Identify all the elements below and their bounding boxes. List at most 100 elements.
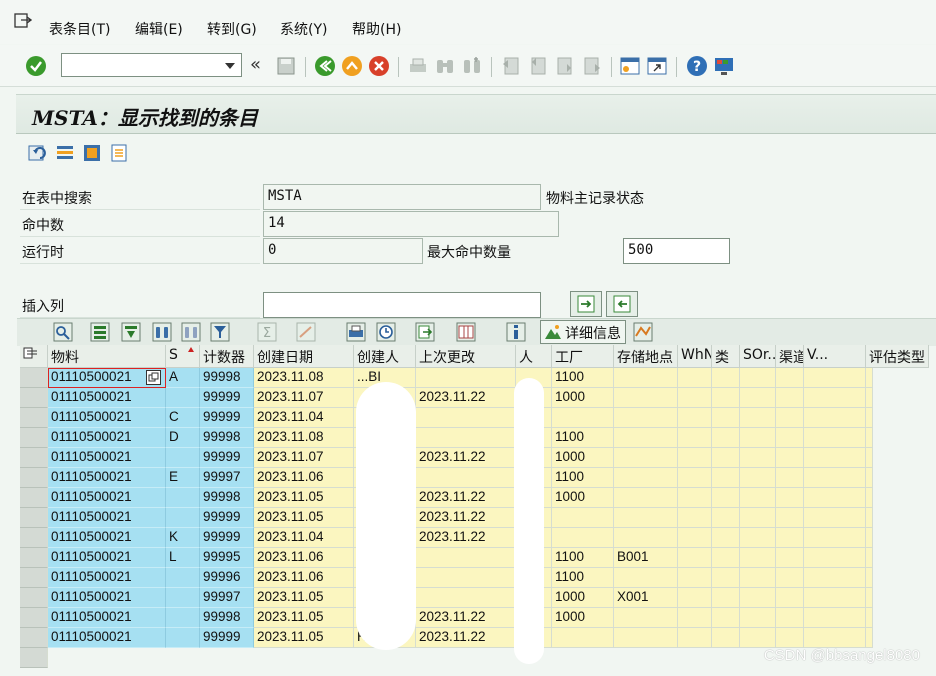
table-cell[interactable]: 99996 [200, 568, 254, 588]
table-cell[interactable]: 2023.11.22 [416, 608, 516, 628]
table-cell[interactable] [712, 388, 740, 408]
find-icon[interactable] [434, 55, 456, 77]
table-cell[interactable] [866, 448, 873, 468]
table-cell[interactable] [678, 468, 712, 488]
table-cell[interactable] [678, 628, 712, 648]
table-cell[interactable] [712, 608, 740, 628]
table-cell[interactable]: 2023.11.22 [416, 528, 516, 548]
table-cell[interactable]: 01110500021 [48, 488, 166, 508]
table-cell[interactable] [776, 368, 804, 388]
choose-icon[interactable] [81, 142, 103, 164]
sort-descending-icon[interactable] [120, 321, 142, 343]
column-header[interactable]: 物料 [48, 345, 166, 368]
subtotal-icon[interactable] [295, 321, 317, 343]
table-cell[interactable]: 2023.11.07 [254, 448, 354, 468]
table-cell[interactable] [166, 388, 200, 408]
enter-check-icon[interactable] [25, 55, 47, 77]
column-header[interactable]: SOr... [740, 345, 776, 368]
table-cell[interactable]: 99999 [200, 448, 254, 468]
table-cell[interactable] [712, 528, 740, 548]
table-cell[interactable] [614, 528, 678, 548]
table-cell[interactable]: 2023.11.05 [254, 588, 354, 608]
table-cell[interactable]: 2023.11.07 [254, 388, 354, 408]
table-cell[interactable]: 01110500021 [48, 568, 166, 588]
table-cell[interactable] [614, 408, 678, 428]
table-cell[interactable]: 99999 [200, 628, 254, 648]
table-cell[interactable] [866, 428, 873, 448]
menu-edit[interactable]: 编辑(E) [135, 19, 183, 39]
table-cell[interactable] [804, 568, 866, 588]
table-cell[interactable]: 01110500021 [48, 428, 166, 448]
table-cell[interactable]: 1000 [552, 608, 614, 628]
table-cell[interactable] [678, 448, 712, 468]
table-cell[interactable] [776, 448, 804, 468]
table-cell[interactable] [614, 448, 678, 468]
delete-column-button[interactable] [606, 291, 638, 317]
table-cell[interactable]: 99997 [200, 588, 254, 608]
table-cell[interactable]: 2023.11.22 [416, 508, 516, 528]
table-cell[interactable] [416, 568, 516, 588]
table-cell[interactable]: 1100 [552, 428, 614, 448]
table-cell[interactable] [678, 548, 712, 568]
table-cell[interactable] [740, 588, 776, 608]
find-next-icon[interactable] [461, 55, 483, 77]
table-cell[interactable] [866, 548, 873, 568]
table-cell[interactable] [866, 628, 873, 648]
table-cell[interactable] [166, 448, 200, 468]
table-cell[interactable]: B001 [614, 548, 678, 568]
column-header[interactable]: WhN [678, 345, 712, 368]
table-cell[interactable] [866, 368, 873, 388]
table-cell[interactable]: 01110500021 [48, 608, 166, 628]
row-selector[interactable] [20, 548, 48, 568]
table-cell[interactable]: 2023.11.05 [254, 608, 354, 628]
table-cell[interactable]: 99999 [200, 408, 254, 428]
table-cell[interactable]: 2023.11.04 [254, 528, 354, 548]
new-session-icon[interactable] [619, 55, 641, 77]
table-cell[interactable] [866, 608, 873, 628]
table-cell[interactable] [776, 468, 804, 488]
table-cell[interactable]: 01110500021 [48, 528, 166, 548]
table-cell[interactable] [614, 468, 678, 488]
table-cell[interactable]: 2023.11.05 [254, 488, 354, 508]
table-cell[interactable] [866, 488, 873, 508]
table-cell[interactable]: 2023.11.22 [416, 448, 516, 468]
column-header[interactable]: 工厂 [552, 345, 614, 368]
table-cell[interactable] [712, 428, 740, 448]
table-cell[interactable] [416, 368, 516, 388]
table-cell[interactable]: 99999 [200, 388, 254, 408]
views-icon[interactable] [375, 321, 397, 343]
table-cell[interactable] [712, 448, 740, 468]
table-cell[interactable] [804, 428, 866, 448]
insert-column-input[interactable] [263, 292, 541, 318]
table-cell[interactable] [552, 408, 614, 428]
table-cell[interactable] [776, 588, 804, 608]
table-cell[interactable] [776, 628, 804, 648]
column-header[interactable]: 评估类型 [866, 345, 929, 368]
menu-system[interactable]: 系统(Y) [280, 19, 327, 39]
table-cell[interactable] [776, 428, 804, 448]
table-cell[interactable]: 99998 [200, 488, 254, 508]
table-cell[interactable]: 2023.11.06 [254, 468, 354, 488]
row-selector[interactable] [20, 368, 48, 388]
table-cell[interactable] [552, 528, 614, 548]
column-header[interactable]: 渠道 [776, 345, 804, 368]
table-cell[interactable] [804, 588, 866, 608]
shortcut-icon[interactable] [646, 55, 668, 77]
sort-ascending-icon[interactable] [89, 321, 111, 343]
menu-goto[interactable]: 转到(G) [207, 19, 257, 39]
table-cell[interactable]: 1000 [552, 448, 614, 468]
export-icon[interactable] [414, 321, 436, 343]
row-selector[interactable] [20, 568, 48, 588]
column-header[interactable]: S [166, 345, 200, 368]
table-cell[interactable] [416, 428, 516, 448]
customize-layout-icon[interactable] [713, 55, 735, 77]
row-selector[interactable] [20, 408, 48, 428]
table-cell[interactable]: 01110500021 [48, 588, 166, 608]
table-cell[interactable] [804, 408, 866, 428]
table-cell[interactable] [804, 488, 866, 508]
table-cell[interactable]: 2023.11.05 [254, 628, 354, 648]
help-icon[interactable]: ? [686, 55, 708, 77]
table-cell[interactable] [740, 628, 776, 648]
command-field[interactable] [61, 53, 242, 77]
row-selector[interactable] [20, 428, 48, 448]
